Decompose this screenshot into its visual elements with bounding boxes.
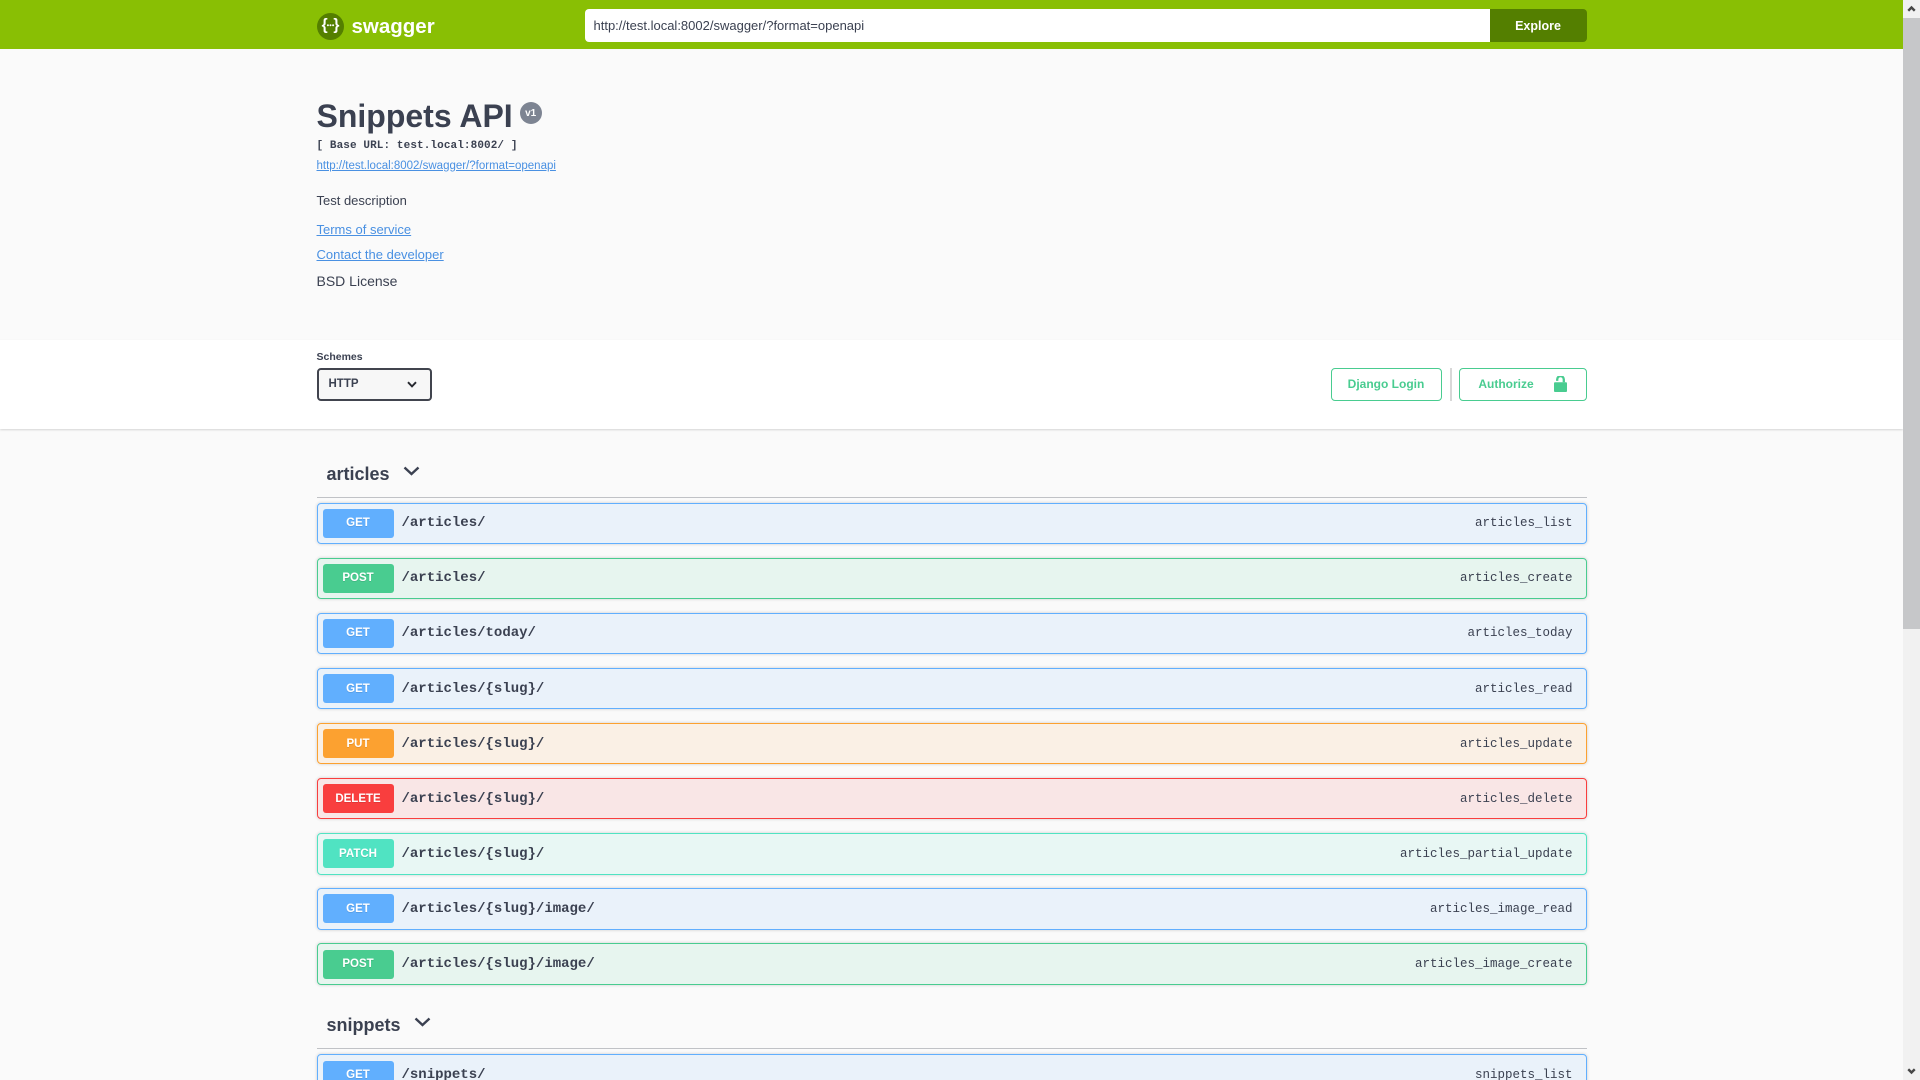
svg-text:}: }: [333, 16, 339, 33]
svg-text:{: {: [321, 16, 327, 33]
